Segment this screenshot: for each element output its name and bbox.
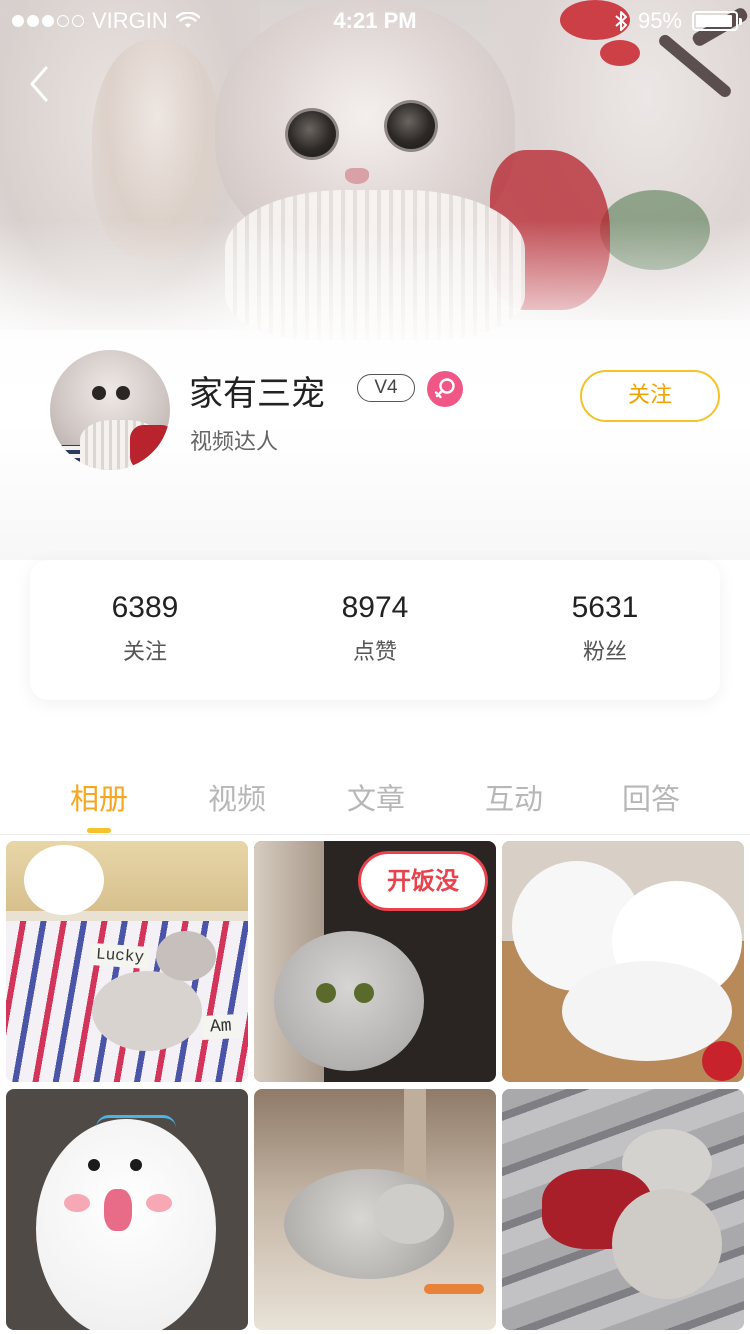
- photo-grid: Lucky Am 开饭没: [0, 836, 750, 1334]
- female-icon: [427, 371, 463, 407]
- stat-label: 点赞: [352, 640, 397, 665]
- tab-album[interactable]: 相册: [39, 776, 159, 818]
- follow-button[interactable]: 关注: [580, 370, 720, 422]
- tab-video[interactable]: 视频: [177, 776, 297, 818]
- battery-level: [696, 15, 732, 27]
- battery-percent: 95%: [637, 8, 682, 33]
- cat-eye-left: [285, 108, 339, 160]
- battery-icon: [692, 11, 742, 31]
- bluetooth-icon: [615, 11, 627, 31]
- cat-eye-right: [384, 100, 438, 152]
- stats-card: 6389 关注 8974 点赞 5631 粉丝: [30, 560, 720, 700]
- status-right: 95%: [614, 8, 742, 34]
- photo-item[interactable]: Lucky Am: [6, 841, 248, 1082]
- stat-likes[interactable]: 8974 点赞: [260, 590, 490, 666]
- level-badge: V4: [357, 374, 415, 402]
- red-decoration: [600, 40, 640, 66]
- stat-label: 关注: [122, 640, 167, 665]
- content-tabs: 相册 视频 文章 互动 回答: [0, 770, 750, 835]
- sleeping-cat: [92, 971, 202, 1051]
- tab-answer[interactable]: 回答: [591, 776, 711, 818]
- profile-subtitle: 视频达人: [190, 430, 279, 455]
- stat-value: 6389: [111, 591, 179, 624]
- cover-photo: [0, 0, 750, 560]
- profile-name: 家有三宠: [189, 374, 325, 414]
- stat-fans[interactable]: 5631 粉丝: [490, 590, 720, 666]
- photo-item[interactable]: 开饭没: [254, 841, 496, 1082]
- status-bar: VIRGIN 4:21 PM 95%: [0, 0, 750, 40]
- chevron-left-icon: [30, 66, 48, 102]
- photo-item[interactable]: [254, 1089, 496, 1330]
- photo-item[interactable]: [502, 1089, 744, 1330]
- photo-item[interactable]: [502, 841, 744, 1082]
- tab-interaction[interactable]: 互动: [454, 776, 574, 818]
- cat-face: [274, 931, 424, 1071]
- stat-following[interactable]: 6389 关注: [30, 590, 260, 666]
- stat-value: 8974: [341, 591, 409, 624]
- tab-article[interactable]: 文章: [316, 776, 436, 818]
- cat-nose: [345, 168, 369, 184]
- tab-indicator: [87, 828, 111, 833]
- speech-sticker: 开饭没: [358, 851, 488, 911]
- avatar[interactable]: [50, 350, 170, 470]
- name-card: Am: [201, 1014, 241, 1040]
- photo-item[interactable]: [6, 1089, 248, 1330]
- back-button[interactable]: [24, 60, 64, 110]
- stat-label: 粉丝: [582, 640, 627, 665]
- dog-head: [24, 845, 104, 915]
- stat-value: 5631: [571, 591, 639, 624]
- lucky-card: Lucky: [89, 942, 151, 970]
